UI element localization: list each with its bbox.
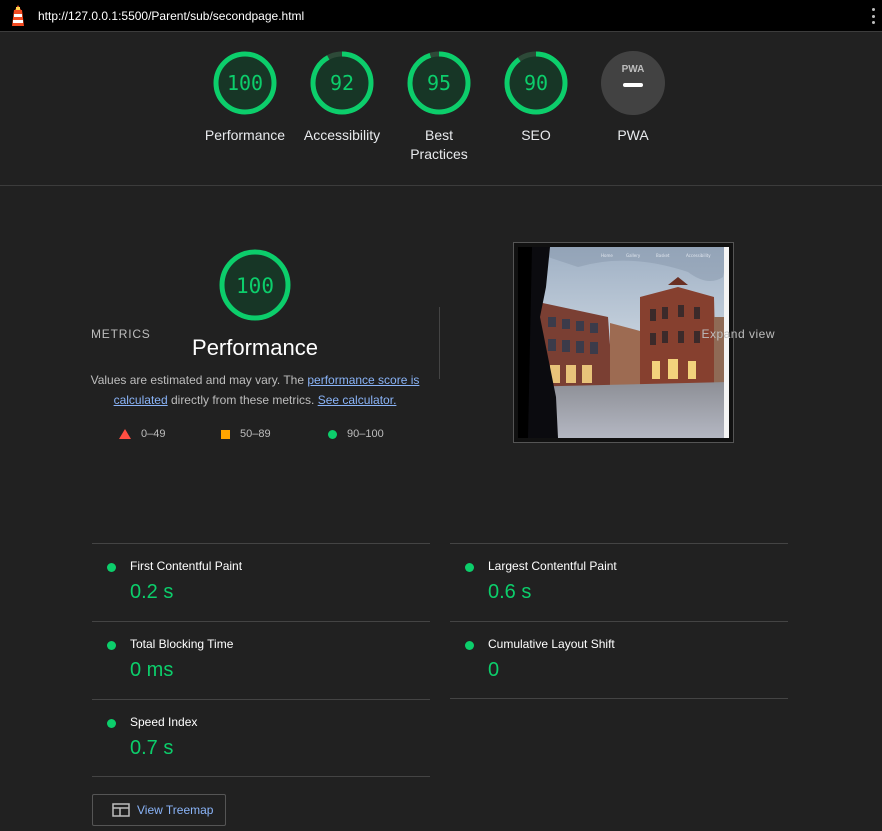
gauge-accessibility[interactable]: 92 Accessibility xyxy=(294,50,390,145)
performance-gauge: 100 xyxy=(219,249,291,321)
metric-value: 0 ms xyxy=(130,659,174,681)
divider xyxy=(439,307,440,379)
kebab-menu-icon[interactable] xyxy=(872,8,876,24)
gauge-label: Performance xyxy=(204,127,286,143)
square-icon xyxy=(221,429,230,439)
svg-text:95: 95 xyxy=(427,71,451,95)
lighthouse-icon xyxy=(12,5,24,26)
performance-description: Values are estimated and may vary. The p… xyxy=(90,373,420,407)
final-screenshot[interactable]: Home Gallery Basket Accessibility xyxy=(513,242,734,443)
view-treemap-button[interactable]: View Treemap xyxy=(92,794,226,826)
metric-total-blocking-time: Total Blocking Time 0 ms xyxy=(92,621,430,699)
metrics-title: METRICS xyxy=(91,327,151,341)
metric-largest-contentful-paint: Largest Contentful Paint 0.6 s xyxy=(450,543,788,621)
metric-name: Total Blocking Time xyxy=(130,637,234,651)
legend-fail: 0–49 xyxy=(119,428,165,440)
gauge-label: PWA xyxy=(617,127,649,143)
svg-text:100: 100 xyxy=(227,71,263,95)
metric-value: 0.7 s xyxy=(130,737,174,759)
gauge-label: SEO xyxy=(521,127,551,143)
metric-name: Speed Index xyxy=(130,715,198,729)
expand-view-button[interactable]: Expand view xyxy=(701,327,775,341)
gauge-pwa[interactable]: PWA PWA xyxy=(585,50,681,145)
score-summary: 100 Performance 92 Accessibility 95 Best… xyxy=(0,32,882,186)
metric-name: Largest Contentful Paint xyxy=(488,559,617,573)
gauge-seo[interactable]: 90 SEO xyxy=(488,50,584,145)
pass-dot-icon xyxy=(107,641,116,650)
metric-first-contentful-paint: First Contentful Paint 0.2 s xyxy=(92,543,430,621)
metric-speed-index: Speed Index 0.7 s xyxy=(92,699,430,777)
see-calculator-link[interactable]: See calculator. xyxy=(318,393,397,407)
metric-value: 0.2 s xyxy=(130,581,174,603)
gauge-ring: 90 xyxy=(504,51,568,115)
legend-pass: 90–100 xyxy=(328,428,384,440)
gauge-best-practices[interactable]: 95 Best Practices xyxy=(391,50,487,164)
gauge-ring: 92 xyxy=(310,51,374,115)
pass-dot-icon xyxy=(107,719,116,728)
svg-text:PWA: PWA xyxy=(622,64,645,75)
divider xyxy=(450,698,788,699)
metric-value: 0.6 s xyxy=(488,581,532,603)
gauge-ring: 100 xyxy=(213,51,277,115)
svg-text:90: 90 xyxy=(524,71,548,95)
performance-title: Performance xyxy=(192,335,318,360)
divider xyxy=(92,776,430,777)
metric-name: First Contentful Paint xyxy=(130,559,243,573)
metric-cumulative-layout-shift: Cumulative Layout Shift 0 xyxy=(450,621,788,699)
circle-icon xyxy=(328,429,337,439)
svg-text:Accessibility: Accessibility xyxy=(686,253,711,258)
metric-value: 0 xyxy=(488,659,500,681)
screenshot-image: Home Gallery Basket Accessibility xyxy=(518,247,729,438)
svg-text:Home: Home xyxy=(601,253,613,258)
view-treemap-label: View Treemap xyxy=(137,803,214,817)
svg-text:Basket: Basket xyxy=(656,253,670,258)
metric-name: Cumulative Layout Shift xyxy=(488,637,615,651)
gauge-ring: 95 xyxy=(407,51,471,115)
gauge-label: Accessibility xyxy=(303,127,381,143)
pwa-badge-icon: PWA xyxy=(601,51,665,115)
svg-text:Gallery: Gallery xyxy=(626,253,641,258)
gauge-label: Best Practices xyxy=(410,127,468,162)
treemap-icon xyxy=(112,803,130,817)
svg-text:92: 92 xyxy=(330,71,354,95)
svg-text:100: 100 xyxy=(236,274,274,298)
screenshot-art: Home Gallery Basket Accessibility xyxy=(518,247,729,438)
pass-dot-icon xyxy=(465,641,474,650)
page-url: http://127.0.0.1:5500/Parent/sub/secondp… xyxy=(38,9,305,23)
top-bar: http://127.0.0.1:5500/Parent/sub/secondp… xyxy=(0,0,882,32)
gauge-performance[interactable]: 100 Performance xyxy=(197,50,293,145)
pass-dot-icon xyxy=(107,563,116,572)
legend-average: 50–89 xyxy=(221,428,271,440)
triangle-icon xyxy=(119,429,131,439)
pass-dot-icon xyxy=(465,563,474,572)
